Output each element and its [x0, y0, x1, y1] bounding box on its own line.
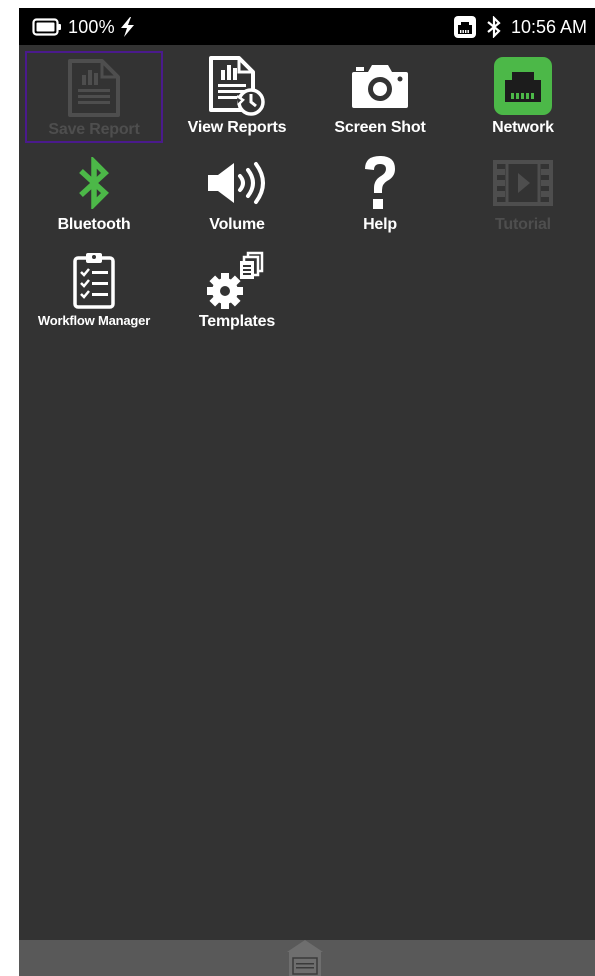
templates-button[interactable]: Templates — [168, 245, 306, 337]
camera-icon — [352, 65, 408, 108]
tile-label: Screen Shot — [334, 119, 426, 136]
bluetooth-icon — [79, 157, 109, 209]
bluetooth-button[interactable]: Bluetooth — [25, 148, 163, 240]
ethernet-icon — [453, 16, 476, 38]
tile-label: Bluetooth — [57, 216, 131, 233]
workflow-manager-button[interactable]: Workflow Manager — [25, 245, 163, 337]
bluetooth-icon — [487, 16, 501, 38]
status-bar: 100% 10:56 AM — [19, 8, 595, 45]
help-button[interactable]: Help — [311, 148, 449, 240]
volume-button[interactable]: Volume — [168, 148, 306, 240]
tile-label: Network — [492, 119, 554, 136]
charging-bolt-icon — [120, 17, 134, 37]
tutorial-button[interactable]: Tutorial — [454, 148, 592, 240]
view-reports-icon — [209, 56, 265, 116]
tile-label: Tutorial — [495, 216, 551, 233]
tile-label: View Reports — [187, 119, 287, 136]
clipboard-checklist-icon — [73, 253, 115, 309]
status-left: 100% — [32, 15, 135, 39]
save-report-icon — [68, 59, 120, 117]
volume-icon — [208, 162, 265, 204]
clock: 10:56 AM — [510, 16, 587, 37]
film-icon — [493, 160, 553, 206]
tile-label: Save Report — [48, 121, 140, 138]
tile-label: Templates — [198, 313, 276, 330]
status-right: 10:56 AM — [453, 15, 587, 39]
battery-level: 100% — [68, 16, 115, 37]
screen-shot-button[interactable]: Screen Shot — [311, 51, 449, 143]
tile-label: Volume — [209, 216, 265, 233]
device-screen: 100% 10:56 AM Save Report View Reports S… — [19, 8, 595, 976]
battery-icon — [32, 18, 61, 36]
drawer-handle-icon[interactable] — [285, 930, 325, 976]
network-icon — [494, 57, 552, 115]
tile-label: Workflow Manager — [37, 313, 151, 328]
templates-gear-icon — [207, 251, 264, 309]
view-reports-button[interactable]: View Reports — [168, 51, 306, 143]
tile-label: Help — [363, 216, 397, 233]
network-button[interactable]: Network — [454, 51, 592, 143]
help-icon — [365, 156, 395, 209]
save-report-button[interactable]: Save Report — [25, 51, 163, 143]
